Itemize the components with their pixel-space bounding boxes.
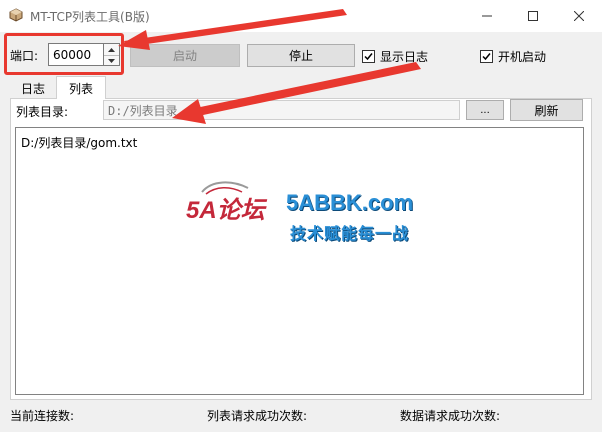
- dir-input[interactable]: [103, 100, 460, 120]
- tab-log[interactable]: 日志: [10, 78, 56, 99]
- checkmark-icon: [364, 53, 373, 61]
- caret-up-icon: [108, 47, 115, 52]
- cube-app-icon: [9, 8, 23, 22]
- minimize-icon: [482, 15, 492, 17]
- status-data-requests: 数据请求成功次数:: [400, 409, 501, 423]
- autostart-checkbox[interactable]: 开机启动: [480, 48, 546, 65]
- close-icon: [574, 11, 584, 21]
- status-connections: 当前连接数:: [10, 409, 75, 423]
- browse-button[interactable]: ...: [466, 100, 504, 120]
- title-bar: MT-TCP列表工具(B版): [0, 0, 602, 32]
- caret-down-icon: [108, 59, 115, 63]
- spinner-down[interactable]: [104, 55, 119, 66]
- dir-label: 列表目录:: [16, 105, 69, 119]
- minimize-button[interactable]: [464, 0, 510, 32]
- refresh-button[interactable]: 刷新: [510, 99, 583, 121]
- show-log-label: 显示日志: [380, 50, 429, 64]
- status-list-requests: 列表请求成功次数:: [207, 409, 308, 423]
- start-button[interactable]: 启动: [130, 44, 240, 67]
- spinner-up[interactable]: [104, 44, 119, 55]
- window-title: MT-TCP列表工具(B版): [30, 10, 150, 24]
- autostart-label: 开机启动: [498, 50, 547, 64]
- maximize-icon: [528, 11, 538, 21]
- list-item[interactable]: D:/列表目录/gom.txt: [21, 134, 137, 151]
- show-log-checkbox[interactable]: 显示日志: [362, 48, 428, 65]
- file-list[interactable]: D:/列表目录/gom.txt: [15, 127, 584, 395]
- maximize-button[interactable]: [510, 0, 556, 32]
- stop-button[interactable]: 停止: [247, 44, 355, 67]
- close-button[interactable]: [556, 0, 602, 32]
- checkmark-icon: [482, 53, 491, 61]
- checkbox-box[interactable]: [362, 50, 375, 63]
- checkbox-box[interactable]: [480, 50, 493, 63]
- port-input[interactable]: [48, 43, 104, 66]
- tab-list[interactable]: 列表: [56, 76, 106, 99]
- port-spinner[interactable]: [104, 43, 120, 66]
- port-label: 端口:: [10, 49, 39, 63]
